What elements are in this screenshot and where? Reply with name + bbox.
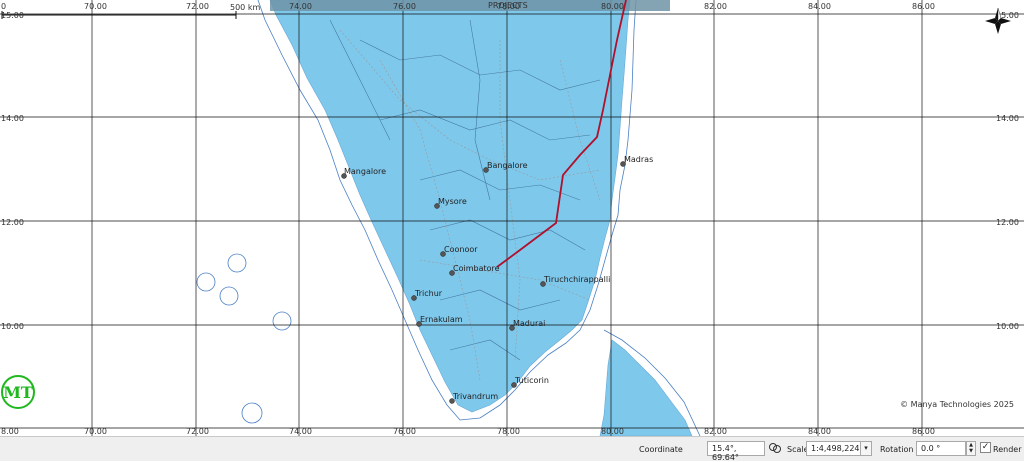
grid-label-left: 14.00 [1, 114, 24, 123]
grid-label-bottom: 84.00 [808, 427, 831, 436]
map-svg[interactable]: 500 km PROJECTS 0 70.00 72.00 74.00 76.0… [0, 0, 1024, 436]
city-label: Ernakulam [420, 315, 463, 324]
grid-label-top: 0 [1, 2, 6, 11]
city-label: Coonoor [444, 245, 478, 254]
island-outline [219, 286, 239, 306]
grid-label-bottom: 82.00 [704, 427, 727, 436]
city-label: Bangalore [487, 161, 528, 170]
landmass-india [269, 0, 631, 413]
grid-label-right: 12.00 [996, 218, 1019, 227]
status-bar: Coordinate 15.4°, 69.64° Scale 1:4,498,2… [0, 436, 1024, 462]
grid-label-bottom: 78.00 [497, 427, 520, 436]
render-checkbox[interactable]: ✓ [980, 442, 991, 453]
city-label: Tuticorin [514, 376, 549, 385]
island-outline [196, 272, 216, 292]
city-label: Trichur [414, 289, 443, 298]
city-madras[interactable]: Madras [620, 155, 654, 167]
grid-label-top: 82.00 [704, 2, 727, 11]
rotation-field[interactable]: 0.0 ° [916, 441, 966, 456]
grid-label-bottom: 80.00 [601, 427, 624, 436]
coordinate-label: Coordinate [639, 445, 683, 454]
scale-dropdown-arrow-icon[interactable]: ▾ [860, 441, 872, 456]
rotation-spinner[interactable]: ▲ ▼ [966, 441, 976, 456]
grid-label-top: 78.00 [497, 2, 520, 11]
city-label: Coimbatore [453, 264, 500, 273]
city-label: Madras [624, 155, 653, 164]
rotation-label: Rotation [880, 445, 914, 454]
grid-label-bottom: 70.00 [84, 427, 107, 436]
island-outline [227, 253, 247, 273]
grid-label-top: 80.00 [601, 2, 624, 11]
city-label: Madurai [513, 319, 545, 328]
copyright-text: © Manya Technologies 2025 [900, 400, 1014, 409]
island-outline [272, 311, 292, 331]
grid-label-right: 14.00 [996, 114, 1019, 123]
scale-bar [1, 11, 237, 19]
coordinate-field[interactable]: 15.4°, 69.64° [707, 441, 765, 462]
render-label: Render [993, 445, 1022, 454]
grid-label-bottom: 72.00 [186, 427, 209, 436]
grid-label-left: 10.00 [1, 322, 24, 331]
scale-combo[interactable]: 1:4,498,224 [806, 441, 861, 456]
grid-label-bottom: 76.00 [393, 427, 416, 436]
landmass-srilanka [599, 339, 693, 436]
grid-label-top: 76.00 [393, 2, 416, 11]
grid-label-bottom: 86.00 [912, 427, 935, 436]
city-label: Mysore [438, 197, 467, 206]
logo-text: MT [3, 383, 33, 402]
map-canvas[interactable]: 500 km PROJECTS 0 70.00 72.00 74.00 76.0… [0, 0, 1024, 436]
grid-label-bottom: 74.00 [289, 427, 312, 436]
logo-mt: MT [1, 375, 35, 409]
city-label: Tiruchchirappalli [543, 275, 610, 284]
grid-label-bottom: 8.00 [1, 427, 19, 436]
grid-label-left: 12.00 [1, 218, 24, 227]
city-label: Mangalore [344, 167, 386, 176]
grid-label-top: 70.00 [84, 2, 107, 11]
grid-label-right: 10.00 [996, 322, 1019, 331]
spin-down-icon[interactable]: ▼ [967, 448, 975, 454]
grid-label-top: 72.00 [186, 2, 209, 11]
grid-label-left: 15.00 [1, 11, 24, 20]
city-tuticorin[interactable]: Tuticorin [511, 376, 549, 388]
city-label: Trivandrum [452, 392, 498, 401]
grid-label-top: 74.00 [289, 2, 312, 11]
mouse-pointer-toggle-icon[interactable] [768, 441, 782, 455]
grid-label-top: 86.00 [912, 2, 935, 11]
island-outline [241, 402, 263, 424]
scale-bar-label: 500 km [230, 3, 260, 12]
grid-label-top: 84.00 [808, 2, 831, 11]
